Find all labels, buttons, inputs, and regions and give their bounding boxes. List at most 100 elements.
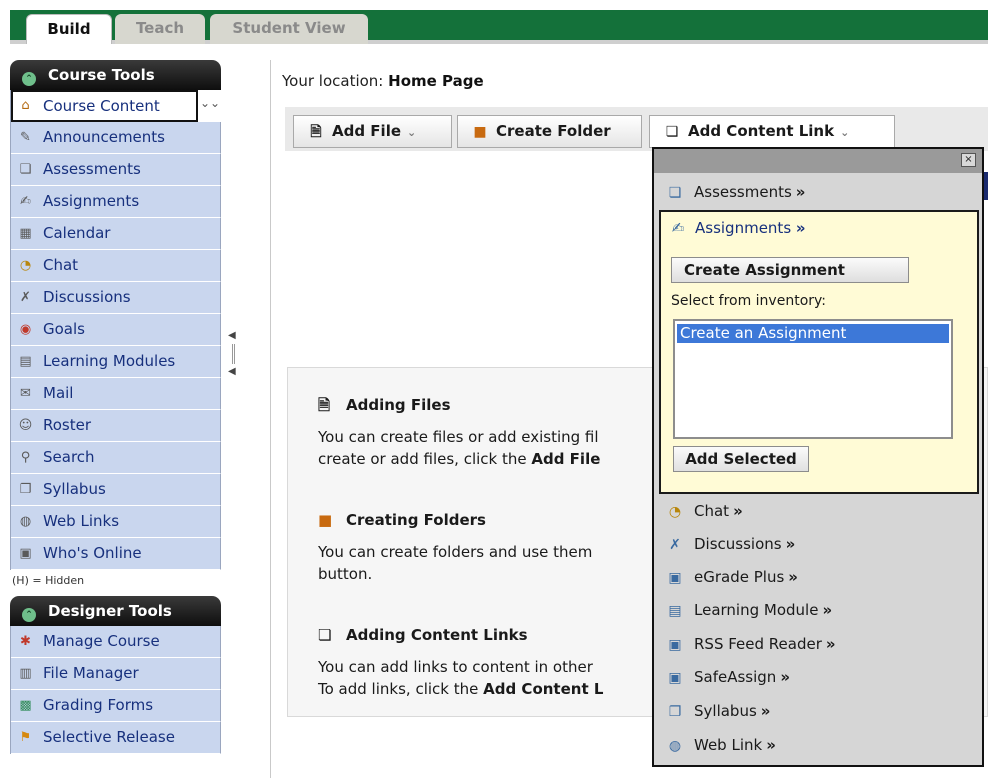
sidebar-item-file-manager[interactable]: ▥ File Manager xyxy=(11,658,221,690)
sidebar-item-learning-modules[interactable]: ▤ Learning Modules xyxy=(11,346,221,378)
menu-item-web-link[interactable]: ◍ Web Link» xyxy=(664,731,776,759)
inventory-label: Select from inventory: xyxy=(671,293,826,309)
add-content-link-button[interactable]: ❏ Add Content Link ⌄ xyxy=(649,115,895,148)
help-text-part: To add links, click the xyxy=(318,680,484,698)
collapse-panel-icon[interactable]: ⌃ xyxy=(22,608,36,622)
designer-tools-panel: ⌃ Designer Tools ✱ Manage Course ▥ File Man… xyxy=(10,596,221,754)
sidebar-item-label: Goals xyxy=(43,320,85,338)
menu-item-safeassign[interactable]: ▣ SafeAssign» xyxy=(664,663,790,691)
web-links-icon: ◍ xyxy=(19,514,32,529)
content-link-icon: ❏ xyxy=(318,626,332,644)
menu-item-rss-feed-reader[interactable]: ▣ RSS Feed Reader» xyxy=(664,630,835,658)
breadcrumb: Your location: Home Page xyxy=(282,72,484,90)
drag-handle[interactable] xyxy=(232,344,235,364)
designer-tools-title: Designer Tools xyxy=(48,602,172,620)
collapse-left-icon[interactable]: ◀ xyxy=(228,330,240,342)
sidebar-item-syllabus[interactable]: ❐ Syllabus xyxy=(11,474,221,506)
help-text: To add links, click the Add Content L xyxy=(318,678,603,700)
sidebar-item-label: Assignments xyxy=(43,192,140,210)
sidebar-item-grading-forms[interactable]: ▩ Grading Forms xyxy=(11,690,221,722)
sidebar-item-whos-online[interactable]: ▣ Who's Online xyxy=(11,538,221,570)
sidebar-item-course-content[interactable]: ⌂ Course Content xyxy=(11,90,198,122)
inventory-listbox[interactable]: Create an Assignment xyxy=(673,319,953,439)
sidebar-item-label: Announcements xyxy=(43,128,165,146)
menu-item-learning-module[interactable]: ▤ Learning Module» xyxy=(664,596,832,624)
menu-item-assessments[interactable]: ❏ Assessments» xyxy=(664,178,806,206)
sidebar-item-announcements[interactable]: ✎ Announcements xyxy=(11,122,221,154)
sidebar-item-discussions[interactable]: ✗ Discussions xyxy=(11,282,221,314)
add-file-button[interactable]: 🗎 Add File ⌄ xyxy=(293,115,452,148)
chevron-right-icon: » xyxy=(785,535,796,553)
designer-tools-list: ✱ Manage Course ▥ File Manager ▩ Grading Fo… xyxy=(10,626,221,754)
help-text-part: create or add files, click the xyxy=(318,450,532,468)
sidebar-item-web-links[interactable]: ◍ Web Links xyxy=(11,506,221,538)
calendar-icon: ▦ xyxy=(19,226,32,241)
course-tools-header[interactable]: ⌃ Course Tools xyxy=(10,60,221,90)
menu-item-syllabus[interactable]: ❐ Syllabus» xyxy=(664,697,771,725)
tab-teach[interactable]: Teach xyxy=(115,14,205,44)
collapse-left-icon[interactable]: ◀ xyxy=(228,366,240,378)
breadcrumb-page[interactable]: Home Page xyxy=(388,72,484,90)
top-tab-bar: Build Teach Student View xyxy=(10,10,988,44)
sidebar-item-mail[interactable]: ✉ Mail xyxy=(11,378,221,410)
safeassign-icon: ▣ xyxy=(668,670,682,686)
sidebar-item-assignments[interactable]: ✍ Assignments xyxy=(11,186,221,218)
sidebar-item-search[interactable]: ⚲ Search xyxy=(11,442,221,474)
chevron-down-icon: ⌄ xyxy=(407,126,417,139)
syllabus-icon: ❐ xyxy=(19,482,32,497)
menu-item-label: SafeAssign xyxy=(694,668,777,686)
tab-build[interactable]: Build xyxy=(26,14,112,44)
sidebar-item-assessments[interactable]: ❏ Assessments xyxy=(11,154,221,186)
tab-student-view[interactable]: Student View xyxy=(210,14,368,44)
content-toolbar: 🗎 Add File ⌄ ■ Create Folder ❏ Add Content L… xyxy=(285,107,988,151)
sidebar-item-label: Mail xyxy=(43,384,74,402)
file-icon: 🗎 xyxy=(318,396,331,414)
chevron-right-icon: » xyxy=(795,183,806,201)
chevron-down-icon: ⌄ xyxy=(840,126,850,139)
search-icon: ⚲ xyxy=(20,450,31,465)
left-sidebar: ⌃ Course Tools ⌂ Course Content ✎ Announcem… xyxy=(10,60,221,754)
chevron-right-icon: » xyxy=(760,702,771,720)
sidebar-splitter[interactable]: ◀ ◀ xyxy=(228,330,240,390)
menu-item-label: RSS Feed Reader xyxy=(694,635,822,653)
sidebar-item-label: File Manager xyxy=(43,664,139,682)
menu-item-label: Assignments xyxy=(695,219,792,237)
menu-item-chat[interactable]: ◔ Chat» xyxy=(664,497,743,525)
help-text: create or add files, click the Add File xyxy=(318,448,600,470)
course-tools-title: Course Tools xyxy=(48,66,155,84)
sidebar-item-label: Selective Release xyxy=(43,728,175,746)
chevron-right-icon: » xyxy=(788,568,798,586)
sidebar-item-chat[interactable]: ◔ Chat xyxy=(11,250,221,282)
help-title: Adding Files xyxy=(346,396,451,414)
sidebar-item-roster[interactable]: ☺ Roster xyxy=(11,410,221,442)
web-link-icon: ◍ xyxy=(668,738,682,754)
menu-item-assignments[interactable]: ✍ Assignments » xyxy=(667,216,806,240)
menu-item-label: eGrade Plus xyxy=(694,568,785,586)
inventory-option[interactable]: Create an Assignment xyxy=(677,324,949,343)
chevron-down-icon[interactable]: ⌄⌄ xyxy=(200,91,220,115)
create-assignment-button[interactable]: Create Assignment xyxy=(671,257,909,283)
menu-item-egrade-plus[interactable]: ▣ eGrade Plus» xyxy=(664,563,798,591)
help-text: You can create folders and use them xyxy=(318,543,593,561)
sidebar-item-manage-course[interactable]: ✱ Manage Course xyxy=(11,626,221,658)
collapse-panel-icon[interactable]: ⌃ xyxy=(22,72,36,86)
designer-tools-header[interactable]: ⌃ Designer Tools xyxy=(10,596,221,626)
help-creating-folders: ■ Creating Folders You can create folders… xyxy=(318,509,592,585)
add-selected-button[interactable]: Add Selected xyxy=(673,446,809,472)
chevron-right-icon: » xyxy=(795,219,806,237)
folder-icon: ■ xyxy=(318,511,333,529)
sidebar-item-selective-release[interactable]: ⚑ Selective Release xyxy=(11,722,221,754)
sidebar-item-label: Web Links xyxy=(43,512,120,530)
roster-icon: ☺ xyxy=(18,418,33,433)
sidebar-item-calendar[interactable]: ▦ Calendar xyxy=(11,218,221,250)
file-manager-icon: ▥ xyxy=(19,666,32,681)
sidebar-item-label: Chat xyxy=(43,256,79,274)
announcements-icon: ✎ xyxy=(20,130,31,145)
assignments-icon: ✍ xyxy=(20,194,31,209)
sidebar-item-goals[interactable]: ◉ Goals xyxy=(11,314,221,346)
close-icon[interactable]: × xyxy=(961,153,976,167)
menu-item-discussions[interactable]: ✗ Discussions» xyxy=(664,530,795,558)
create-folder-button[interactable]: ■ Create Folder xyxy=(457,115,642,148)
file-icon: 🗎 xyxy=(310,124,322,140)
sidebar-item-label: Calendar xyxy=(43,224,111,242)
